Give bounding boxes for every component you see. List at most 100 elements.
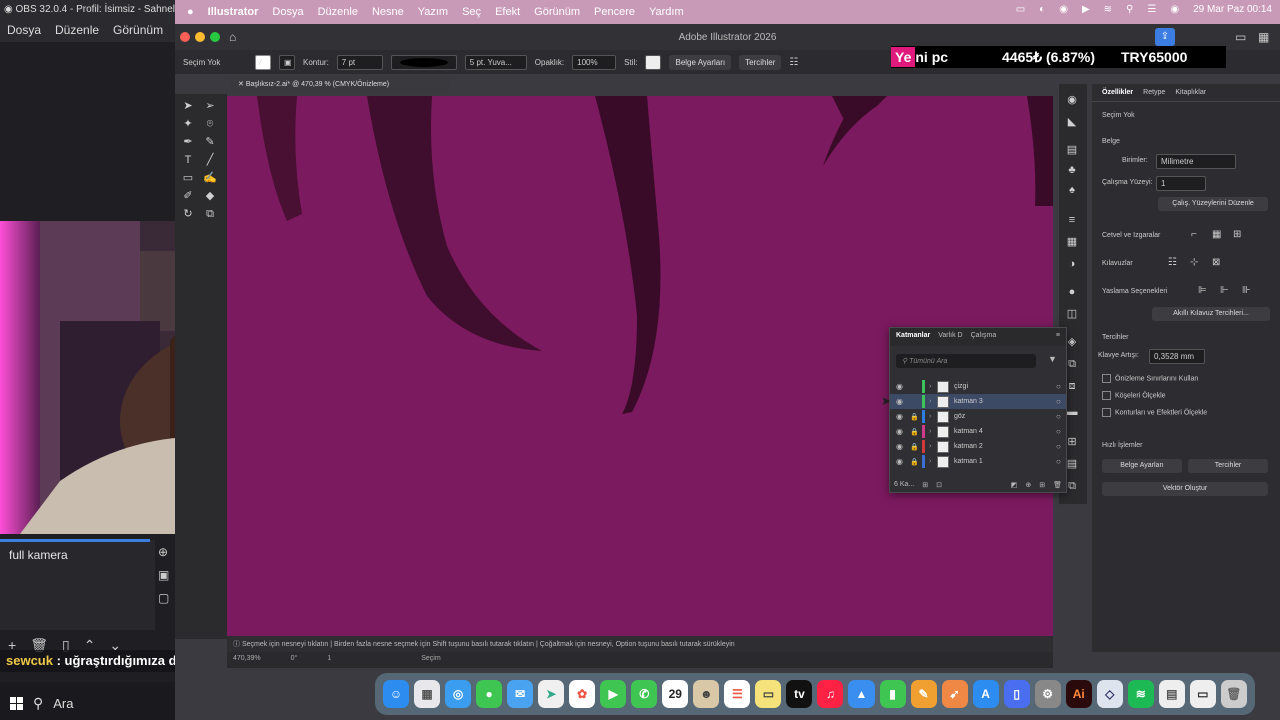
layer-name[interactable]: göz [954, 413, 1056, 420]
delete-layer-icon[interactable]: 🗑 [1053, 481, 1062, 489]
units-select[interactable]: Milimetre [1156, 154, 1236, 169]
tab-retype[interactable]: Retype [1143, 89, 1165, 96]
dock-appstore-icon[interactable]: A [972, 680, 999, 708]
appearance-icon[interactable]: ● [1065, 286, 1079, 298]
menu-illustrator[interactable]: Illustrator [208, 6, 259, 18]
create-vector-button[interactable]: Vektör Oluştur [1102, 482, 1268, 496]
expand-arrow-icon[interactable]: › [929, 383, 937, 390]
smart-guides-prefs-button[interactable]: Akıllı Kılavuz Tercihleri... [1152, 307, 1270, 321]
symbols-icon[interactable]: ♠ [1065, 184, 1079, 196]
layer-name[interactable]: katman 4 [954, 428, 1056, 435]
dock-mail-icon[interactable]: ✉ [507, 680, 534, 708]
layer-row[interactable]: ◉ › çizgi ○ [890, 379, 1066, 394]
menu-type[interactable]: Yazım [418, 6, 448, 18]
tab-layers[interactable]: Katmanlar [896, 332, 930, 342]
align-icon[interactable]: ☷ [789, 57, 798, 68]
menu-effect[interactable]: Efekt [495, 6, 520, 18]
obs-menu-view[interactable]: Görünüm [113, 23, 163, 39]
dock-contacts-icon[interactable]: ☻ [693, 680, 720, 708]
keyboard-increment-input[interactable]: 0,3528 mm [1149, 349, 1205, 364]
dock-reminders-icon[interactable]: ☰ [724, 680, 751, 708]
comments-icon[interactable]: ▬ [1065, 406, 1079, 418]
dock-keynote-icon[interactable]: ▲ [848, 680, 875, 708]
menu-edit[interactable]: Düzenle [318, 6, 358, 18]
taskbar-search-label[interactable]: Ara [53, 696, 73, 711]
source-frame-icon[interactable]: ▢ [158, 591, 176, 605]
dock-notes-icon[interactable]: ▭ [755, 680, 782, 708]
control-icon[interactable]: ◐ [1039, 4, 1045, 15]
dock-finder-icon[interactable]: ☺ [383, 680, 410, 708]
dock-files-icon[interactable]: ▤ [1158, 680, 1185, 708]
artboard-number[interactable]: 1 [327, 655, 331, 665]
dock-trash-icon[interactable]: 🗑 [1220, 680, 1247, 708]
lock-guides-icon[interactable]: ⊹ [1190, 257, 1198, 268]
dock-pages-icon[interactable]: ✎ [910, 680, 937, 708]
home-icon[interactable]: ⌂ [229, 30, 236, 44]
layer-name[interactable]: çizgi [954, 383, 1056, 390]
magic-wand-tool-icon[interactable]: ✦ [179, 116, 197, 132]
clear-guides-icon[interactable]: ⊠ [1212, 257, 1220, 268]
lock-icon[interactable]: 🔒 [910, 443, 922, 451]
stroke-swatch[interactable]: ▣ [279, 54, 295, 70]
rectangle-tool-icon[interactable]: ▭ [179, 170, 197, 186]
transform-icon[interactable]: ⧉ [1065, 480, 1079, 492]
preferences-button[interactable]: Tercihler [1188, 459, 1268, 473]
dock-numbers-icon[interactable]: ▮ [879, 680, 906, 708]
new-layer-icon[interactable]: ⊞ [1039, 481, 1045, 489]
menu-window[interactable]: Pencere [594, 6, 635, 18]
swatches-icon[interactable]: ▤ [1065, 144, 1079, 156]
dock-display-icon[interactable]: ▭ [1189, 680, 1216, 708]
dock-settings-icon[interactable]: ⚙ [1034, 680, 1061, 708]
expand-arrow-icon[interactable]: › [929, 443, 937, 450]
dock-maps-icon[interactable]: ➤ [538, 680, 565, 708]
snap-pixel-icon[interactable]: ⊪ [1242, 285, 1251, 296]
obs-menu-file[interactable]: Dosya [7, 23, 41, 39]
arrange-icon[interactable]: ▭ [1235, 30, 1246, 44]
scale-strokes-checkbox[interactable]: Konturları ve Efektleri Ölçekle [1102, 408, 1207, 417]
dock-preview-icon[interactable]: ▯ [1003, 680, 1030, 708]
minimize-window-icon[interactable] [195, 32, 205, 42]
dock-launchpad-icon[interactable]: ▦ [414, 680, 441, 708]
document-tab[interactable]: ✕ Başlıksız-2.ai* @ 470,39 % (CMYK/Önizl… [230, 76, 450, 94]
workspace-icon[interactable]: ▦ [1258, 30, 1269, 44]
snap-point-icon[interactable]: ⊫ [1198, 285, 1207, 296]
graphic-styles-icon[interactable]: ◫ [1065, 308, 1079, 320]
dock-safari-icon[interactable]: ◎ [445, 680, 472, 708]
layer-row[interactable]: ◉ 🔒 › katman 4 ○ [890, 424, 1066, 439]
dock-connect-icon[interactable]: ◇ [1096, 680, 1123, 708]
lasso-tool-icon[interactable]: ⌾ [201, 116, 219, 132]
dock-rocket-icon[interactable]: ➹ [941, 680, 968, 708]
opacity-input[interactable]: 100% [572, 54, 617, 70]
visibility-eye-icon[interactable]: ◉ [896, 382, 910, 391]
record-icon[interactable]: ◉ [1059, 4, 1068, 15]
zoom-level[interactable]: 470,39% [233, 655, 261, 665]
document-settings-button[interactable]: Belge Ayarları [1102, 459, 1182, 473]
layer-row[interactable]: ◉ 🔒 › göz ○ [890, 409, 1066, 424]
close-tab-icon[interactable]: ✕ [238, 81, 246, 88]
expand-arrow-icon[interactable]: › [929, 413, 937, 420]
gradient-icon[interactable]: ▦ [1065, 236, 1079, 248]
layer-name[interactable]: katman 1 [954, 458, 1056, 465]
selection-tool-icon[interactable]: ➤ [179, 98, 197, 114]
fill-swatch[interactable]: ⁄ [255, 54, 271, 70]
layer-row[interactable]: ◉ 🔒 › katman 1 ○ [890, 454, 1066, 469]
transparency-icon[interactable]: ◑ [1065, 258, 1079, 270]
tab-asset-export[interactable]: Varlık D [938, 332, 962, 342]
collect-export-icon[interactable]: ⊞ [922, 481, 928, 489]
pathfinder-icon[interactable]: ▤ [1065, 458, 1079, 470]
visibility-eye-icon[interactable]: ◉ [896, 412, 910, 421]
menu-view[interactable]: Görünüm [534, 6, 580, 18]
style-swatch[interactable] [645, 54, 662, 70]
brush-preview[interactable] [390, 54, 457, 70]
color-guide-icon[interactable]: ◉ [1065, 94, 1079, 106]
curvature-tool-icon[interactable]: ✎ [201, 134, 219, 150]
dock-phone-icon[interactable]: ✆ [631, 680, 658, 708]
preferences-button[interactable]: Tercihler [739, 54, 782, 70]
scale-corners-checkbox[interactable]: Köşeleri Ölçekle [1102, 391, 1166, 400]
scale-tool-icon[interactable]: ⧉ [201, 206, 219, 222]
zoom-window-icon[interactable] [210, 32, 220, 42]
artboards-icon[interactable]: ⧉ [1065, 358, 1079, 370]
add-source-icon[interactable]: ⊕ [158, 545, 176, 559]
target-circle-icon[interactable]: ○ [1056, 457, 1066, 466]
new-sublayer-icon[interactable]: ⊕ [1025, 481, 1031, 489]
